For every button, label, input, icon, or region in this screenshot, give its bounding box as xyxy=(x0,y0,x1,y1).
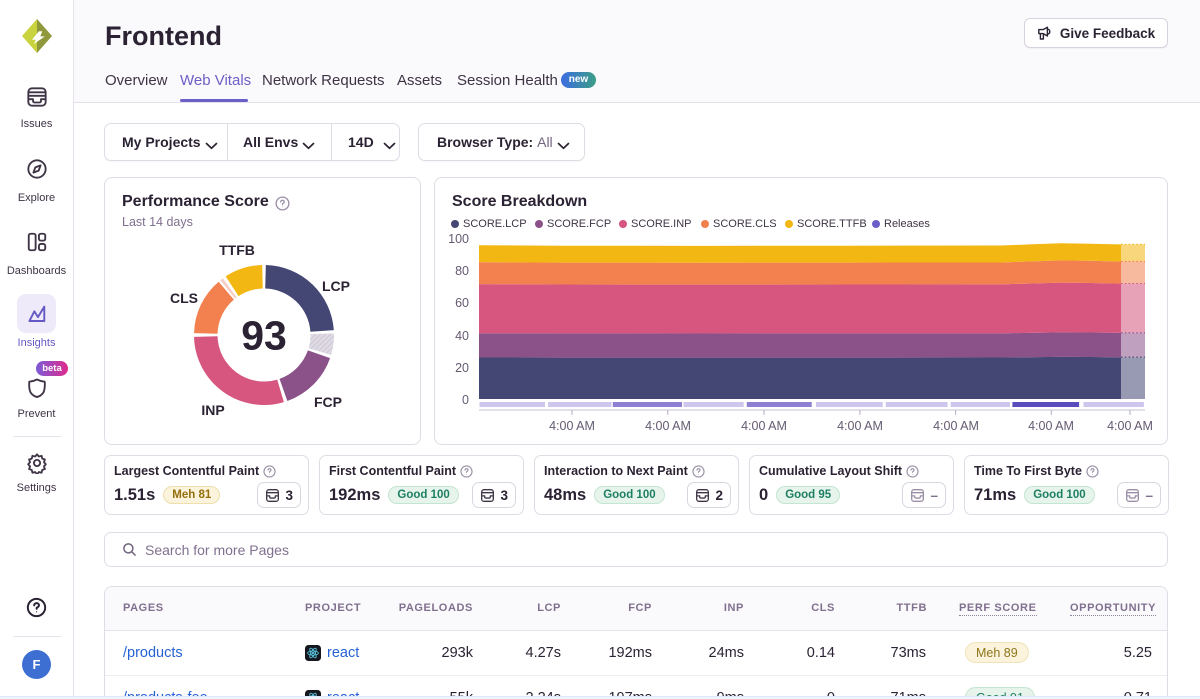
svg-text:93: 93 xyxy=(241,313,287,359)
